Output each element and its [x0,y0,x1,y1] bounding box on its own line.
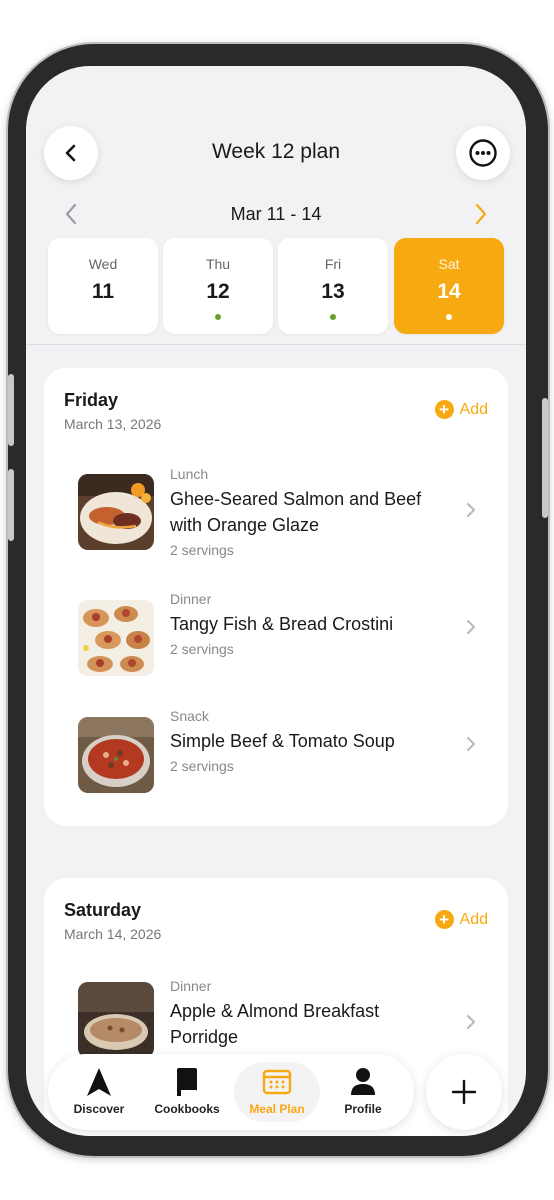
meal-thumbnail [78,717,154,793]
book-icon [144,1066,230,1098]
plus-circle-icon: + [434,910,454,929]
day-wed[interactable]: Wed 11 [48,238,158,334]
plus-icon [451,1079,477,1105]
meal-item[interactable]: Snack Simple Beef & Tomato Soup 2 servin… [44,708,508,800]
day-name: Wed [88,256,118,272]
bottom-tab-bar: Discover Cookbooks Meal Plan Profile [48,1054,414,1130]
next-week-button[interactable] [472,202,490,231]
section-title: Friday [64,390,119,410]
add-button[interactable] [426,1054,502,1130]
meal-type: Dinner [170,978,212,994]
volume-up-button [8,374,14,446]
has-meals-indicator [215,314,221,320]
day-section-friday: Friday March 13, 2026 + Add Lunch Ghee-S… [44,368,508,826]
day-name: Sat [438,256,460,272]
meal-servings: 2 servings [170,542,234,558]
tab-label: Cookbooks [154,1102,220,1116]
add-meal-button[interactable]: + Add [434,910,488,929]
meal-type: Dinner [170,591,212,607]
meal-servings: 2 servings [170,758,234,774]
chevron-right-icon [466,1014,476,1035]
day-fri[interactable]: Fri 13 [278,238,388,334]
tab-label: Meal Plan [249,1102,305,1116]
chevron-right-icon [466,502,476,523]
meal-thumbnail [78,600,154,676]
day-name: Fri [324,256,342,272]
tab-cookbooks[interactable]: Cookbooks [144,1062,230,1122]
calendar-icon [234,1066,320,1098]
meal-thumbnail [78,474,154,550]
page-title: Week 12 plan [211,140,341,163]
person-icon [320,1066,406,1098]
add-label: Add [459,910,488,928]
day-name: Thu [205,256,231,272]
chevron-right-icon [466,619,476,640]
navigation-arrow-icon [56,1066,142,1098]
meal-thumbnail [78,982,154,1058]
add-label: Add [459,400,488,418]
day-number: 14 [437,280,461,303]
section-date: March 14, 2026 [64,926,162,942]
has-meals-indicator [330,314,336,320]
power-button [542,398,548,518]
tab-discover[interactable]: Discover [56,1062,142,1122]
has-meals-indicator [446,314,452,320]
date-range-label: Mar 11 - 14 [230,204,322,224]
meal-type: Lunch [170,466,209,482]
day-selector: Wed 11 Thu 12 Fri 13 Sat 14 [48,238,504,334]
header: Week 12 plan Mar 11 - 14 Wed 11 Thu 12 F… [26,66,526,346]
chevron-right-icon [466,736,476,757]
app-screen: Week 12 plan Mar 11 - 14 Wed 11 Thu 12 F… [26,66,526,1136]
section-date: March 13, 2026 [64,416,162,432]
meal-name: Apple & Almond Breakfast Porridge [170,1001,380,1047]
tab-profile[interactable]: Profile [320,1062,406,1122]
meal-item[interactable]: Lunch Ghee-Seared Salmon and Beef with O… [44,466,508,566]
tab-meal-plan[interactable]: Meal Plan [234,1062,320,1122]
meal-name: Simple Beef & Tomato Soup [170,731,395,751]
more-options-button[interactable] [456,126,510,180]
tab-label: Profile [344,1102,382,1116]
day-thu[interactable]: Thu 12 [163,238,273,334]
day-number: 12 [206,280,230,303]
divider [26,344,526,345]
add-meal-button[interactable]: + Add [434,400,488,419]
meal-name: Ghee-Seared Salmon and Beef with Orange … [170,489,422,535]
day-number: 13 [321,280,345,303]
meal-servings: 2 servings [170,641,234,657]
day-sat[interactable]: Sat 14 [394,238,504,334]
date-range-selector: Mar 11 - 14 [26,200,526,230]
day-number: 11 [91,280,115,303]
plus-circle-icon: + [434,400,454,419]
tab-label: Discover [73,1102,125,1116]
meal-item[interactable]: Dinner Tangy Fish & Bread Crostini 2 ser… [44,591,508,683]
chevron-right-icon [475,203,487,225]
meal-type: Snack [170,708,209,724]
meal-name: Tangy Fish & Bread Crostini [170,614,394,634]
more-horizontal-icon [469,139,497,167]
volume-down-button [8,469,14,541]
section-title: Saturday [64,900,142,920]
